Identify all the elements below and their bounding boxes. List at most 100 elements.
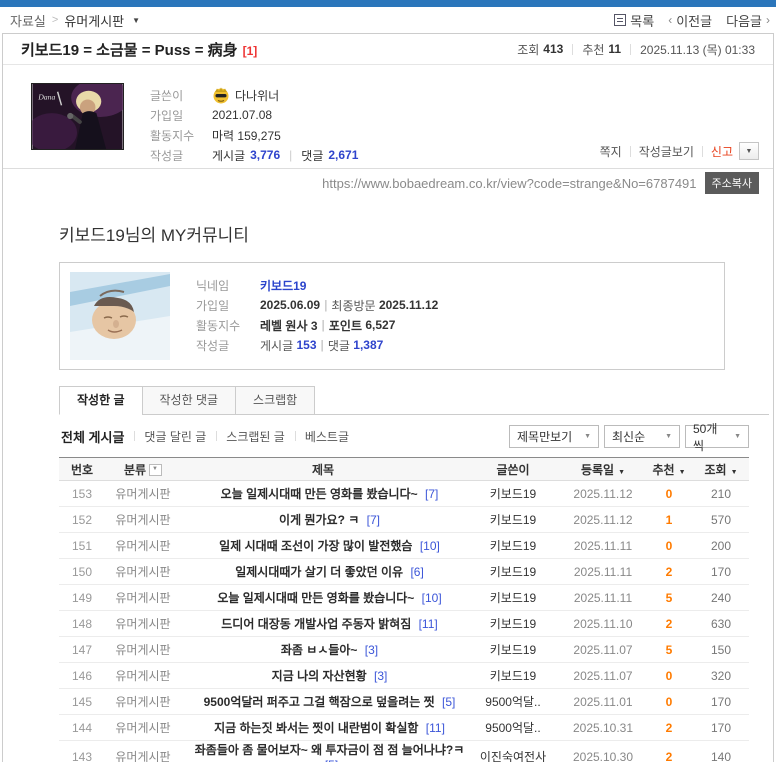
row-views: 170 bbox=[693, 558, 749, 585]
row-writer[interactable]: 키보드19 bbox=[465, 532, 561, 559]
row-category[interactable]: 유머게시판 bbox=[105, 714, 181, 741]
memo-button[interactable]: 쪽지 bbox=[600, 143, 622, 160]
row-comment-count[interactable]: [7] bbox=[425, 487, 438, 501]
list-button[interactable]: 목록 bbox=[614, 11, 654, 30]
row-comment-count[interactable]: [3] bbox=[374, 669, 387, 683]
posts-count[interactable]: 3,776 bbox=[250, 148, 280, 162]
row-number: 148 bbox=[59, 610, 105, 637]
row-writer[interactable]: 키보드19 bbox=[465, 636, 561, 663]
row-writer[interactable]: 키보드19 bbox=[465, 558, 561, 585]
row-category[interactable]: 유머게시판 bbox=[105, 480, 181, 507]
row-title-cell: 지금 하는짓 봐서는 찟이 내란범이 확실함 [11] bbox=[181, 714, 465, 741]
row-writer[interactable]: 키보드19 bbox=[465, 662, 561, 689]
row-title-cell: 9500억달러 퍼주고 그걸 핵잠으로 덮을려는 찟 [5] bbox=[181, 688, 465, 715]
row-title-link[interactable]: 오늘 일제시대때 만든 영화를 봤습니다~ bbox=[221, 487, 418, 501]
tab-written-comments[interactable]: 작성한 댓글 bbox=[141, 386, 237, 415]
tab-scraps[interactable]: 스크랩함 bbox=[235, 386, 316, 415]
row-writer[interactable]: 키보드19 bbox=[465, 610, 561, 637]
filter-best-posts[interactable]: 베스트글 bbox=[294, 428, 359, 445]
row-writer[interactable]: 9500억달.. bbox=[465, 688, 561, 715]
view-posts-button[interactable]: 작성글보기 bbox=[639, 143, 694, 160]
author-photo[interactable]: Dana bbox=[31, 83, 124, 150]
row-title-link[interactable]: 좌좀들아 좀 물어보자~ 왜 투자금이 점 점 늘어나냐?ㅋ bbox=[195, 743, 465, 757]
row-number: 153 bbox=[59, 480, 105, 507]
breadcrumb-board[interactable]: 유머게시판 bbox=[64, 11, 124, 30]
row-writer[interactable]: 키보드19 bbox=[465, 480, 561, 507]
divider bbox=[630, 43, 632, 55]
list-button-label: 목록 bbox=[630, 13, 655, 29]
nick-value[interactable]: 키보드19 bbox=[260, 277, 306, 294]
row-likes: 1 bbox=[645, 506, 693, 533]
breadcrumb-section[interactable]: 자료실 bbox=[10, 11, 46, 30]
row-title-link[interactable]: 일제시대때가 살기 더 좋았던 이유 bbox=[235, 565, 403, 579]
row-writer[interactable]: 9500억달.. bbox=[465, 714, 561, 741]
row-comment-count[interactable]: [5] bbox=[325, 758, 338, 762]
row-category[interactable]: 유머게시판 bbox=[105, 636, 181, 663]
post-title: 키보드19 = 소금물 = Puss = 病身 [1] bbox=[21, 39, 257, 60]
join-date: 2021.07.08 bbox=[212, 108, 273, 122]
profile-comments-count[interactable]: 1,387 bbox=[353, 338, 383, 352]
row-date: 2025.11.07 bbox=[561, 636, 645, 663]
row-title-link[interactable]: 지금 나의 자산현황 bbox=[272, 669, 367, 683]
row-comment-count[interactable]: [10] bbox=[422, 591, 442, 605]
post-comment-count[interactable]: [1] bbox=[243, 44, 258, 58]
row-category[interactable]: 유머게시판 bbox=[105, 610, 181, 637]
comments-count[interactable]: 2,671 bbox=[328, 148, 358, 162]
row-category[interactable]: 유머게시판 bbox=[105, 584, 181, 611]
row-title-link[interactable]: 드디어 대장동 개발사업 주동자 밝혀짐 bbox=[221, 617, 411, 631]
row-number: 143 bbox=[59, 740, 105, 762]
row-likes: 0 bbox=[645, 688, 693, 715]
row-title-link[interactable]: 9500억달러 퍼주고 그걸 핵잠으로 덮을려는 찟 bbox=[204, 695, 435, 709]
row-comment-count[interactable]: [5] bbox=[442, 695, 455, 709]
row-date: 2025.11.12 bbox=[561, 506, 645, 533]
divider bbox=[572, 43, 574, 55]
row-title-link[interactable]: 일제 시대때 조선이 가장 많이 발전했슴 bbox=[219, 539, 412, 553]
profile-join-date: 2025.06.09 bbox=[260, 298, 321, 312]
category-filter-icon[interactable] bbox=[149, 463, 163, 476]
col-likes-sort[interactable]: 추천 bbox=[645, 457, 693, 481]
col-views-sort[interactable]: 조회 bbox=[693, 457, 749, 481]
filter-commented-posts[interactable]: 댓글 달린 글 bbox=[134, 428, 216, 445]
chevron-down-icon[interactable]: ▼ bbox=[132, 16, 140, 25]
row-writer[interactable]: 키보드19 bbox=[465, 506, 561, 533]
post-title-row: 키보드19 = 소금물 = Puss = 病身 [1] 조회 413 추천 11 20… bbox=[3, 34, 773, 65]
col-date-sort[interactable]: 등록일 bbox=[561, 457, 645, 481]
row-comment-count[interactable]: [11] bbox=[419, 617, 438, 631]
prev-post-button[interactable]: ‹ 이전글 bbox=[668, 11, 712, 30]
filter-all-posts[interactable]: 전체 게시글 bbox=[59, 427, 134, 446]
next-post-button[interactable]: 다음글 › bbox=[726, 11, 770, 30]
report-button[interactable]: 신고 bbox=[711, 143, 733, 160]
row-comment-count[interactable]: [3] bbox=[365, 643, 378, 657]
divider: | bbox=[320, 338, 324, 352]
row-category[interactable]: 유머게시판 bbox=[105, 740, 181, 762]
row-writer[interactable]: 이진숙여전사 bbox=[465, 740, 561, 762]
writer-label: 글쓴이 bbox=[150, 88, 184, 103]
row-category[interactable]: 유머게시판 bbox=[105, 532, 181, 559]
profile-posts-count[interactable]: 153 bbox=[296, 338, 316, 352]
row-category[interactable]: 유머게시판 bbox=[105, 558, 181, 585]
report-dropdown-button[interactable] bbox=[739, 142, 759, 160]
page-size-select[interactable]: 50개씩 bbox=[685, 422, 749, 453]
row-title-link[interactable]: 좌좀 ㅂㅅ들아~ bbox=[281, 643, 358, 657]
view-mode-select[interactable]: 제목만보기 bbox=[509, 425, 599, 448]
row-category[interactable]: 유머게시판 bbox=[105, 506, 181, 533]
row-title-link[interactable]: 이게 뭔가요? ㅋ bbox=[279, 513, 359, 527]
row-title-link[interactable]: 지금 하는짓 봐서는 찟이 내란범이 확실함 bbox=[214, 721, 418, 735]
sort-order-select[interactable]: 최신순 bbox=[604, 425, 680, 448]
row-comment-count[interactable]: [10] bbox=[420, 539, 440, 553]
col-category[interactable]: 분류 bbox=[105, 457, 181, 481]
row-category[interactable]: 유머게시판 bbox=[105, 662, 181, 689]
activity-value: 마력 159,275 bbox=[212, 128, 281, 143]
post-url[interactable]: https://www.bobaedream.co.kr/view?code=s… bbox=[322, 176, 696, 191]
row-comment-count[interactable]: [7] bbox=[367, 513, 380, 527]
filter-scrapped-posts[interactable]: 스크랩된 글 bbox=[216, 428, 295, 445]
writer-name[interactable]: 다나위너 bbox=[235, 87, 279, 104]
row-writer[interactable]: 키보드19 bbox=[465, 584, 561, 611]
row-title-link[interactable]: 오늘 일제시대때 만든 영화를 봤습니다~ bbox=[217, 591, 414, 605]
copy-url-button[interactable]: 주소복사 bbox=[704, 172, 759, 194]
row-comment-count[interactable]: [6] bbox=[410, 565, 423, 579]
row-title-cell: 이게 뭔가요? ㅋ [7] bbox=[181, 506, 465, 533]
row-comment-count[interactable]: [11] bbox=[426, 721, 445, 735]
tab-written-posts[interactable]: 작성한 글 bbox=[59, 386, 143, 415]
row-category[interactable]: 유머게시판 bbox=[105, 688, 181, 715]
